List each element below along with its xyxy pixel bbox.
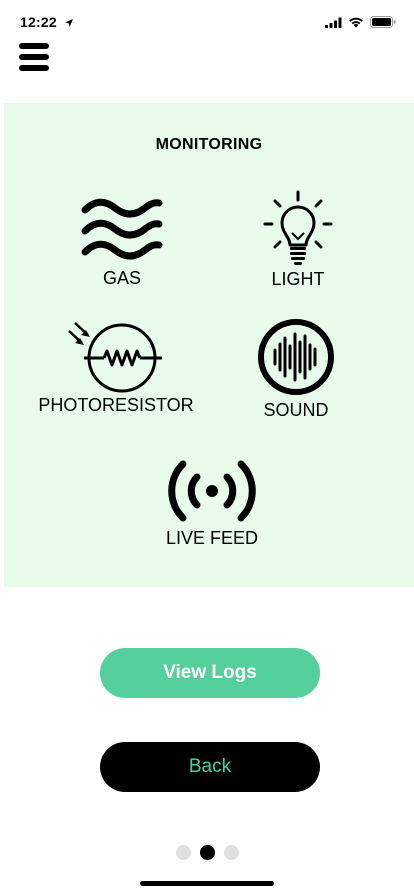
page-indicator	[0, 845, 414, 860]
sound-tile[interactable]: SOUND	[206, 318, 386, 421]
gas-tile[interactable]: GAS	[32, 198, 212, 289]
hamburger-menu-icon[interactable]	[19, 43, 51, 75]
light-bulb-icon	[263, 190, 333, 265]
light-label: LIGHT	[271, 269, 325, 289]
home-indicator[interactable]	[140, 881, 274, 886]
live-feed-tile[interactable]: LIVE FEED	[122, 458, 302, 549]
page-dot-2-active[interactable]	[199, 845, 215, 860]
wifi-icon	[348, 15, 364, 33]
monitoring-panel: MONITORING GAS LIGHT PHOTORESISTOR SOUND…	[4, 103, 414, 587]
panel-title: MONITORING	[155, 136, 263, 153]
back-button[interactable]: Back	[100, 742, 320, 792]
page-dot-1[interactable]	[175, 845, 191, 860]
status-bar: 12:22	[0, 0, 414, 44]
battery-icon	[370, 15, 396, 33]
status-icons	[325, 15, 396, 33]
location-arrow-icon	[64, 15, 74, 33]
live-feed-icon	[168, 460, 256, 522]
photoresistor-label: PHOTORESISTOR	[38, 395, 194, 415]
page-dot-3[interactable]	[223, 845, 239, 860]
sound-wave-icon	[258, 319, 334, 395]
view-logs-button[interactable]: View Logs	[100, 648, 320, 698]
sound-label: SOUND	[263, 400, 329, 420]
light-tile[interactable]: LIGHT	[208, 189, 388, 290]
gas-waves-icon	[81, 198, 163, 260]
photoresistor-icon	[68, 322, 162, 393]
gas-label: GAS	[102, 268, 141, 288]
signal-icon	[325, 15, 342, 33]
photoresistor-tile[interactable]: PHOTORESISTOR	[26, 319, 206, 416]
status-time: 12:22	[20, 14, 57, 30]
live-feed-label: LIVE FEED	[165, 528, 259, 548]
